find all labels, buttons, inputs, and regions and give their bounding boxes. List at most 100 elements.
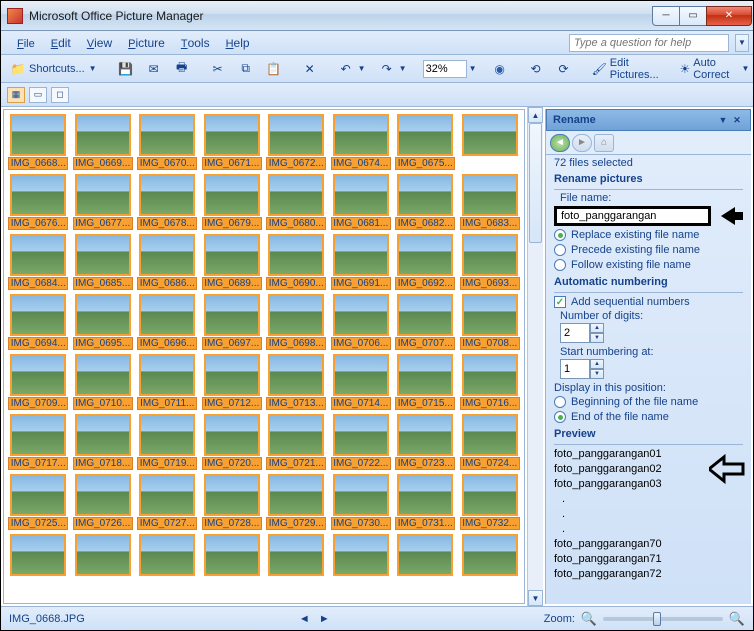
maximize-button[interactable]: ▭ bbox=[679, 6, 707, 26]
thumbnail-item[interactable]: IMG_0669... bbox=[73, 114, 134, 170]
thumbnail-item[interactable] bbox=[73, 534, 134, 579]
prev-image-button[interactable]: ◄ bbox=[295, 611, 313, 627]
menu-picture[interactable]: Picture bbox=[120, 33, 173, 53]
thumbnail-item[interactable]: IMG_0682... bbox=[395, 174, 456, 230]
minimize-button[interactable]: ─ bbox=[652, 6, 680, 26]
spin-up[interactable]: ▲ bbox=[590, 359, 604, 369]
menu-help[interactable]: Help bbox=[218, 33, 258, 53]
scroll-up-button[interactable]: ▲ bbox=[528, 107, 543, 123]
thumbnail-item[interactable]: IMG_0718... bbox=[73, 414, 134, 470]
nav-forward-button[interactable]: ► bbox=[572, 134, 592, 152]
paste-button[interactable]: 📋 bbox=[261, 58, 287, 80]
thumbnail-item[interactable] bbox=[137, 534, 198, 579]
vertical-scrollbar[interactable]: ▲ ▼ bbox=[527, 107, 543, 606]
zoom-combo[interactable] bbox=[423, 60, 467, 78]
cut-button[interactable]: ✂ bbox=[205, 58, 231, 80]
thumbnail-item[interactable] bbox=[395, 534, 456, 579]
thumbnail-item[interactable]: IMG_0723... bbox=[395, 414, 456, 470]
menu-view[interactable]: View bbox=[79, 33, 120, 53]
help-button[interactable]: ◉ bbox=[487, 58, 513, 80]
thumbnail-item[interactable]: IMG_0713... bbox=[266, 354, 327, 410]
thumbnail-item[interactable]: IMG_0711... bbox=[137, 354, 198, 410]
start-stepper[interactable]: ▲▼ bbox=[560, 359, 604, 379]
zoom-dropdown[interactable]: ▼ bbox=[469, 64, 477, 73]
thumbnail-item[interactable]: IMG_0708... bbox=[460, 294, 521, 350]
thumbnail-item[interactable]: IMG_0720... bbox=[202, 414, 263, 470]
zoom-in-button[interactable]: 🔍 bbox=[729, 611, 745, 627]
thumbnail-area[interactable]: IMG_0668...IMG_0669...IMG_0670...IMG_067… bbox=[3, 109, 525, 604]
edit-pictures-button[interactable]: 🖌Edit Pictures... bbox=[587, 58, 665, 80]
help-dropdown[interactable]: ▼ bbox=[735, 34, 749, 52]
thumbnail-item[interactable]: IMG_0719... bbox=[137, 414, 198, 470]
thumbnail-item[interactable] bbox=[266, 534, 327, 579]
spin-down[interactable]: ▼ bbox=[590, 369, 604, 379]
thumbnail-item[interactable]: IMG_0683... bbox=[460, 174, 521, 230]
task-pane-menu-button[interactable]: ▼ bbox=[716, 113, 730, 127]
thumbnail-item[interactable]: IMG_0729... bbox=[266, 474, 327, 530]
nav-back-button[interactable]: ◄ bbox=[550, 134, 570, 152]
thumbnail-item[interactable] bbox=[202, 534, 263, 579]
thumbnail-item[interactable]: IMG_0690... bbox=[266, 234, 327, 290]
menu-file[interactable]: File bbox=[9, 33, 43, 53]
checkbox-add-sequential[interactable]: ✓Add sequential numbers bbox=[554, 296, 743, 308]
thumbnail-item[interactable]: IMG_0685... bbox=[73, 234, 134, 290]
save-button[interactable]: 💾 bbox=[113, 58, 139, 80]
thumbnail-item[interactable]: IMG_0670... bbox=[137, 114, 198, 170]
thumbnail-item[interactable]: IMG_0714... bbox=[331, 354, 392, 410]
digits-stepper[interactable]: ▲▼ bbox=[560, 323, 604, 343]
thumbnail-item[interactable]: IMG_0672... bbox=[266, 114, 327, 170]
toolbar-overflow[interactable]: ▼ bbox=[742, 64, 750, 73]
thumbnail-item[interactable]: IMG_0726... bbox=[73, 474, 134, 530]
thumbnail-item[interactable]: IMG_0716... bbox=[460, 354, 521, 410]
thumbnail-item[interactable]: IMG_0697... bbox=[202, 294, 263, 350]
scroll-down-button[interactable]: ▼ bbox=[528, 590, 543, 606]
delete-button[interactable]: ✕ bbox=[297, 58, 323, 80]
zoom-out-button[interactable]: 🔍 bbox=[581, 611, 597, 627]
thumbnail-item[interactable]: IMG_0676... bbox=[8, 174, 69, 230]
next-image-button[interactable]: ► bbox=[315, 611, 333, 627]
digits-input[interactable] bbox=[560, 323, 590, 343]
undo-button[interactable]: ↶▼ bbox=[333, 58, 372, 80]
thumbnail-item[interactable]: IMG_0712... bbox=[202, 354, 263, 410]
thumbnail-item[interactable]: IMG_0710... bbox=[73, 354, 134, 410]
thumbnail-item[interactable]: IMG_0728... bbox=[202, 474, 263, 530]
thumbnail-item[interactable]: IMG_0689... bbox=[202, 234, 263, 290]
copy-button[interactable]: ⧉ bbox=[233, 58, 259, 80]
menu-edit[interactable]: Edit bbox=[43, 33, 79, 53]
radio-follow[interactable]: Follow existing file name bbox=[554, 259, 743, 271]
thumbnail-item[interactable]: IMG_0668... bbox=[8, 114, 69, 170]
help-search-input[interactable] bbox=[569, 34, 729, 52]
thumbnail-item[interactable]: IMG_0691... bbox=[331, 234, 392, 290]
scroll-track[interactable] bbox=[528, 123, 543, 590]
task-pane-close-button[interactable]: ✕ bbox=[730, 113, 744, 127]
thumbnail-item[interactable]: IMG_0724... bbox=[460, 414, 521, 470]
zoom-slider[interactable] bbox=[603, 617, 723, 621]
single-view-button[interactable]: ◻ bbox=[51, 87, 69, 103]
print-button[interactable]: 🖶 bbox=[169, 58, 195, 80]
thumbnail-item[interactable]: IMG_0671... bbox=[202, 114, 263, 170]
thumbnail-item[interactable]: IMG_0693... bbox=[460, 234, 521, 290]
thumbnail-item[interactable]: IMG_0730... bbox=[331, 474, 392, 530]
thumbnail-item[interactable]: IMG_0695... bbox=[73, 294, 134, 350]
thumbnail-item[interactable]: IMG_0721... bbox=[266, 414, 327, 470]
thumbnail-item[interactable]: IMG_0698... bbox=[266, 294, 327, 350]
thumbnail-item[interactable]: IMG_0715... bbox=[395, 354, 456, 410]
thumbnail-view-button[interactable]: ▦ bbox=[7, 87, 25, 103]
radio-precede[interactable]: Precede existing file name bbox=[554, 244, 743, 256]
thumbnail-item[interactable]: IMG_0677... bbox=[73, 174, 134, 230]
filename-input[interactable] bbox=[554, 206, 711, 226]
thumbnail-item[interactable]: IMG_0707... bbox=[395, 294, 456, 350]
mail-button[interactable]: ✉ bbox=[141, 58, 167, 80]
thumbnail-item[interactable]: IMG_0678... bbox=[137, 174, 198, 230]
thumbnail-item[interactable]: IMG_0692... bbox=[395, 234, 456, 290]
thumbnail-item[interactable]: IMG_0681... bbox=[331, 174, 392, 230]
menu-tools[interactable]: Tools bbox=[173, 33, 218, 53]
rotate-right-button[interactable]: ⟳ bbox=[551, 58, 577, 80]
thumbnail-item[interactable]: IMG_0694... bbox=[8, 294, 69, 350]
spin-down[interactable]: ▼ bbox=[590, 333, 604, 343]
redo-button[interactable]: ↷▼ bbox=[374, 58, 413, 80]
thumbnail-item[interactable]: IMG_0722... bbox=[331, 414, 392, 470]
radio-beginning[interactable]: Beginning of the file name bbox=[554, 396, 743, 408]
thumbnail-item[interactable]: IMG_0680... bbox=[266, 174, 327, 230]
thumbnail-item[interactable]: IMG_0679... bbox=[202, 174, 263, 230]
